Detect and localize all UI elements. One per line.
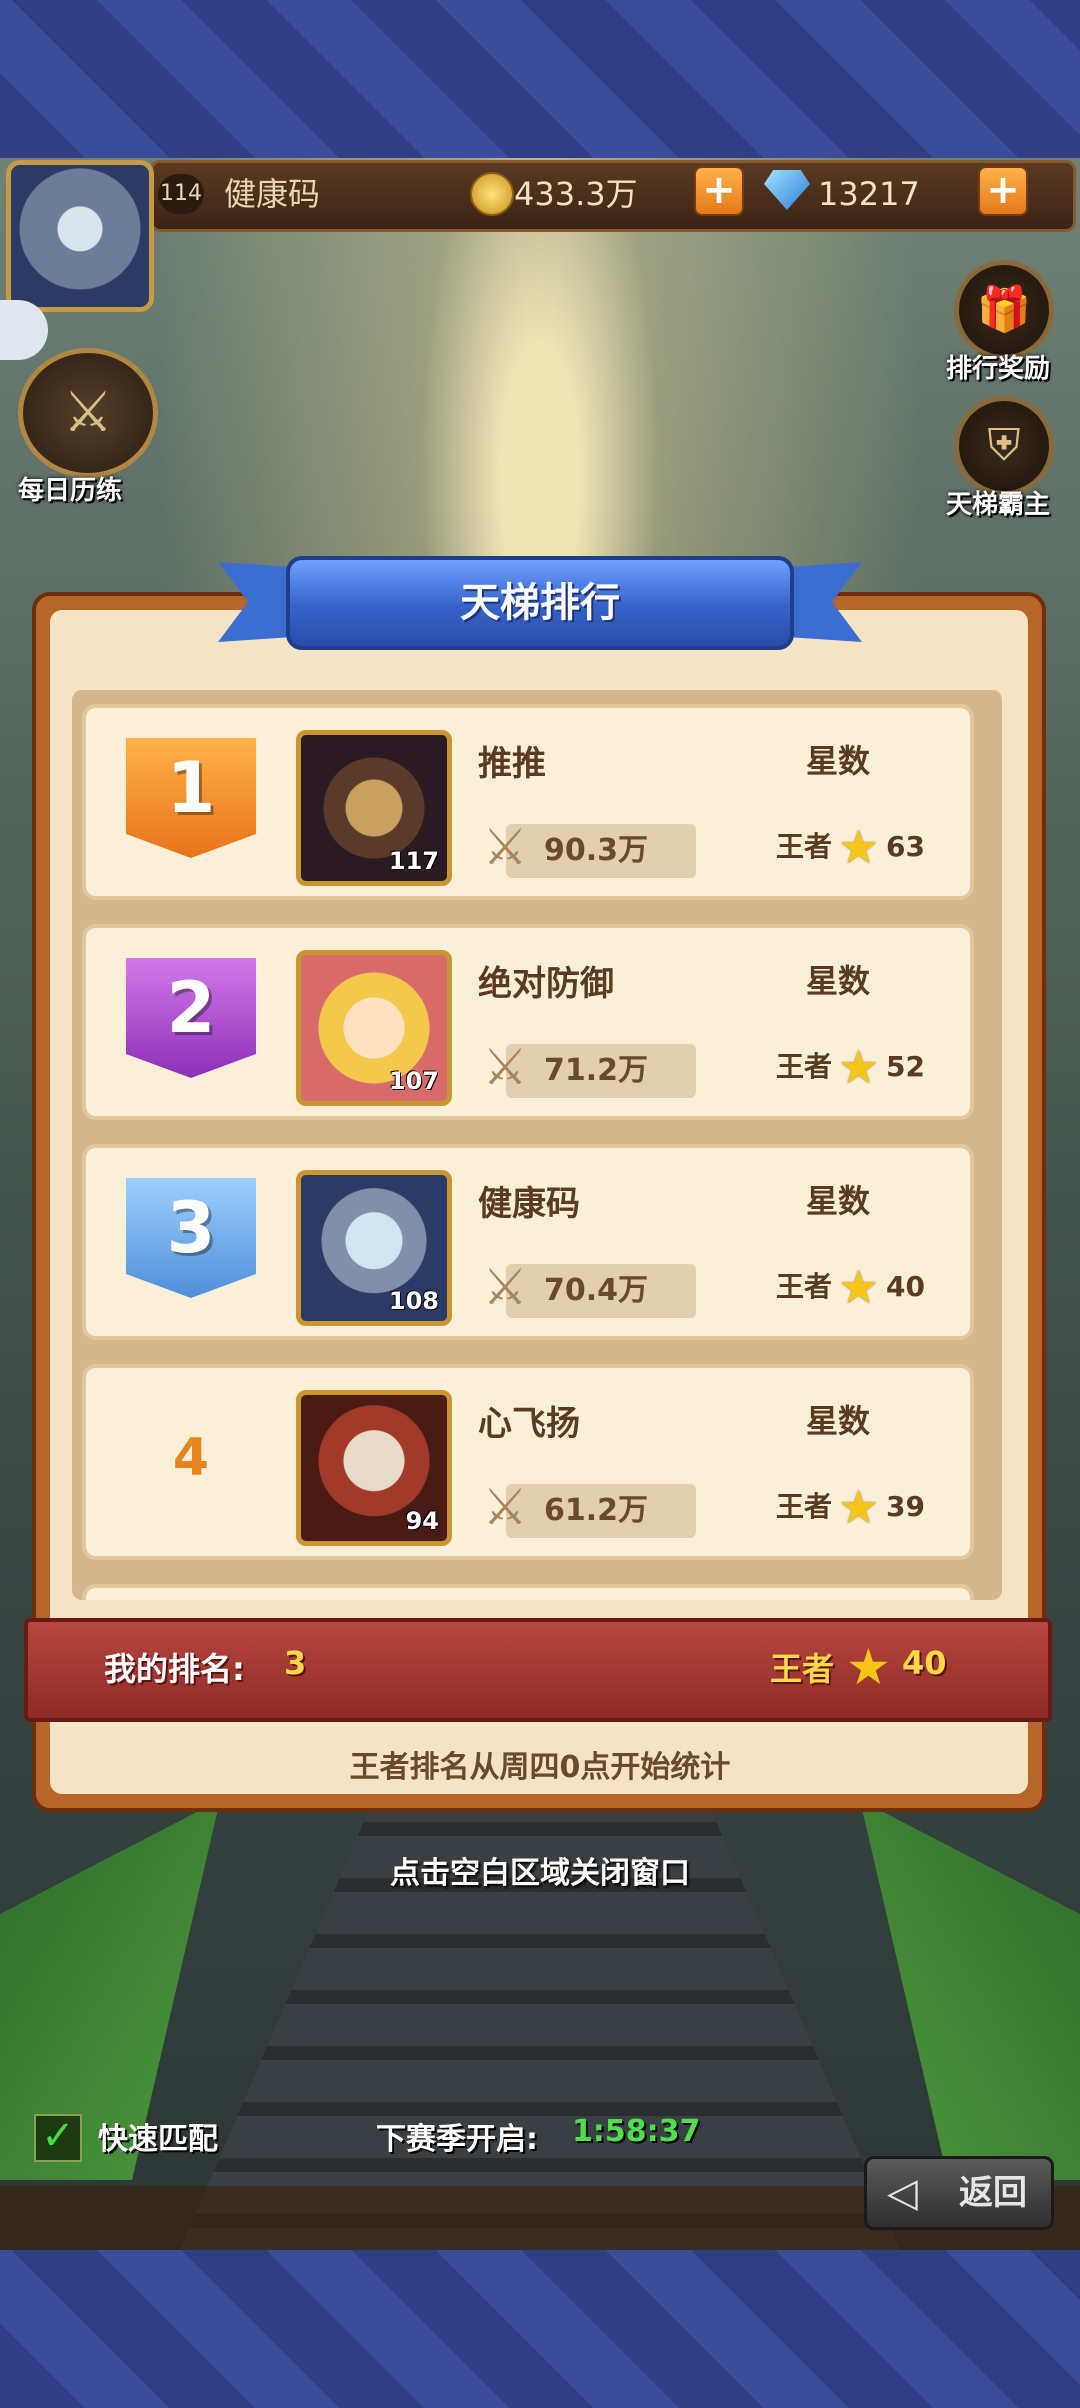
daily-training-label: 每日历练 bbox=[18, 476, 123, 506]
ranking-notice: 王者排名从周四0点开始统计 bbox=[349, 1750, 731, 1785]
crossed-swords-icon: ⚔ bbox=[482, 1478, 528, 1536]
my-rank-label: 我的排名: bbox=[104, 1650, 245, 1688]
tier-label: 王者 bbox=[776, 1490, 833, 1523]
tier-label: 王者 bbox=[776, 1270, 833, 1303]
my-tier: 王者 bbox=[770, 1650, 835, 1688]
player-name: 绝对防御 bbox=[478, 964, 614, 1004]
star-header: 星数 bbox=[806, 742, 871, 780]
rank-flag-2: 2 bbox=[126, 958, 256, 1078]
player-avatar[interactable] bbox=[6, 160, 154, 312]
hero-portrait: 94 bbox=[296, 1390, 452, 1546]
top-frame-pattern bbox=[0, 0, 1080, 158]
gift-icon: 🎁 bbox=[976, 284, 1032, 335]
hero-portrait: 107 bbox=[296, 950, 452, 1106]
star-header: 星数 bbox=[806, 1402, 871, 1440]
rank-flag-1: 1 bbox=[126, 738, 256, 858]
star-count: 52 bbox=[886, 1050, 925, 1083]
back-button[interactable]: ◁ 返回 bbox=[864, 2156, 1054, 2230]
crossed-swords-icon: ⚔ bbox=[482, 818, 528, 876]
next-season-label: 下赛季开启: bbox=[376, 2122, 538, 2157]
hero-portrait: 117 bbox=[296, 730, 452, 886]
gem-amount: 13217 bbox=[818, 175, 920, 213]
ladder-master-label: 天梯霸主 bbox=[946, 490, 1051, 520]
star-icon: ★ bbox=[838, 1480, 880, 1534]
next-season-timer: 1:58:37 bbox=[572, 2114, 701, 2149]
tier-label: 王者 bbox=[776, 830, 833, 863]
hero-portrait: 108 bbox=[296, 1170, 452, 1326]
modal-inner-panel: 1 117 推推 ⚔ 90.3万 星数 王者 ★ 63 2 107 绝对防御 ⚔… bbox=[50, 610, 1028, 1794]
rank-number-4: 4 bbox=[172, 1428, 210, 1488]
my-rank-value: 3 bbox=[284, 1644, 307, 1682]
power-value: 70.4万 bbox=[544, 1273, 649, 1308]
tier-label: 王者 bbox=[776, 1050, 833, 1083]
gold-coin-icon bbox=[470, 172, 514, 216]
rank-rewards-label: 排行奖励 bbox=[946, 354, 1051, 384]
player-name: 健康码 bbox=[224, 175, 321, 213]
hero-level: 107 bbox=[388, 1067, 439, 1095]
crossed-swords-icon: ⚔ bbox=[482, 1258, 528, 1316]
quick-match-label: 快速匹配 bbox=[98, 2122, 218, 2157]
bottom-frame-pattern bbox=[0, 2250, 1080, 2408]
star-count: 40 bbox=[886, 1270, 925, 1303]
add-gold-button[interactable]: + bbox=[694, 166, 744, 216]
star-icon: ★ bbox=[838, 1040, 880, 1094]
back-arrow-icon: ◁ bbox=[887, 2170, 918, 2216]
list-item[interactable] bbox=[82, 1584, 974, 1600]
star-icon: ★ bbox=[838, 820, 880, 874]
star-icon: ★ bbox=[838, 1260, 880, 1314]
hero-level: 108 bbox=[388, 1287, 439, 1315]
power-value: 71.2万 bbox=[544, 1053, 649, 1088]
star-header: 星数 bbox=[806, 1182, 871, 1220]
gold-amount: 433.3万 bbox=[514, 175, 638, 213]
my-star-icon: ★ bbox=[846, 1638, 891, 1696]
hero-level: 94 bbox=[405, 1507, 439, 1535]
back-label: 返回 bbox=[959, 2173, 1027, 2213]
power-value: 90.3万 bbox=[544, 833, 649, 868]
power-value: 61.2万 bbox=[544, 1493, 649, 1528]
list-item[interactable]: 2 107 绝对防御 ⚔ 71.2万 星数 王者 ★ 52 bbox=[82, 924, 974, 1120]
star-count: 63 bbox=[886, 830, 925, 863]
daily-training-icon[interactable]: ⚔ bbox=[18, 348, 158, 478]
player-level-badge: 114 bbox=[158, 174, 204, 214]
player-name: 推推 bbox=[478, 744, 546, 784]
helmet-icon: ⛨ bbox=[987, 420, 1021, 471]
modal-title: 天梯排行 bbox=[286, 556, 794, 650]
ranking-list[interactable]: 1 117 推推 ⚔ 90.3万 星数 王者 ★ 63 2 107 绝对防御 ⚔… bbox=[72, 690, 1002, 1600]
ladder-master-button[interactable]: ⛨ bbox=[954, 396, 1054, 496]
star-count: 39 bbox=[886, 1490, 925, 1523]
quick-match-checkbox[interactable]: ✓ bbox=[34, 2114, 82, 2162]
rank-flag-3: 3 bbox=[126, 1178, 256, 1298]
list-item[interactable]: 1 117 推推 ⚔ 90.3万 星数 王者 ★ 63 bbox=[82, 704, 974, 900]
star-header: 星数 bbox=[806, 962, 871, 1000]
rank-rewards-button[interactable]: 🎁 bbox=[954, 260, 1054, 360]
close-hint[interactable]: 点击空白区域关闭窗口 bbox=[0, 1848, 1080, 1892]
list-item[interactable]: 3 108 健康码 ⚔ 70.4万 星数 王者 ★ 40 bbox=[82, 1144, 974, 1340]
add-gem-button[interactable]: + bbox=[978, 166, 1028, 216]
list-item[interactable]: 4 94 心飞扬 ⚔ 61.2万 星数 王者 ★ 39 bbox=[82, 1364, 974, 1560]
hero-level: 117 bbox=[388, 847, 439, 875]
my-star-count: 40 bbox=[902, 1644, 947, 1682]
crossed-swords-icon: ⚔ bbox=[482, 1038, 528, 1096]
player-name: 健康码 bbox=[478, 1184, 580, 1224]
player-name: 心飞扬 bbox=[478, 1404, 580, 1444]
